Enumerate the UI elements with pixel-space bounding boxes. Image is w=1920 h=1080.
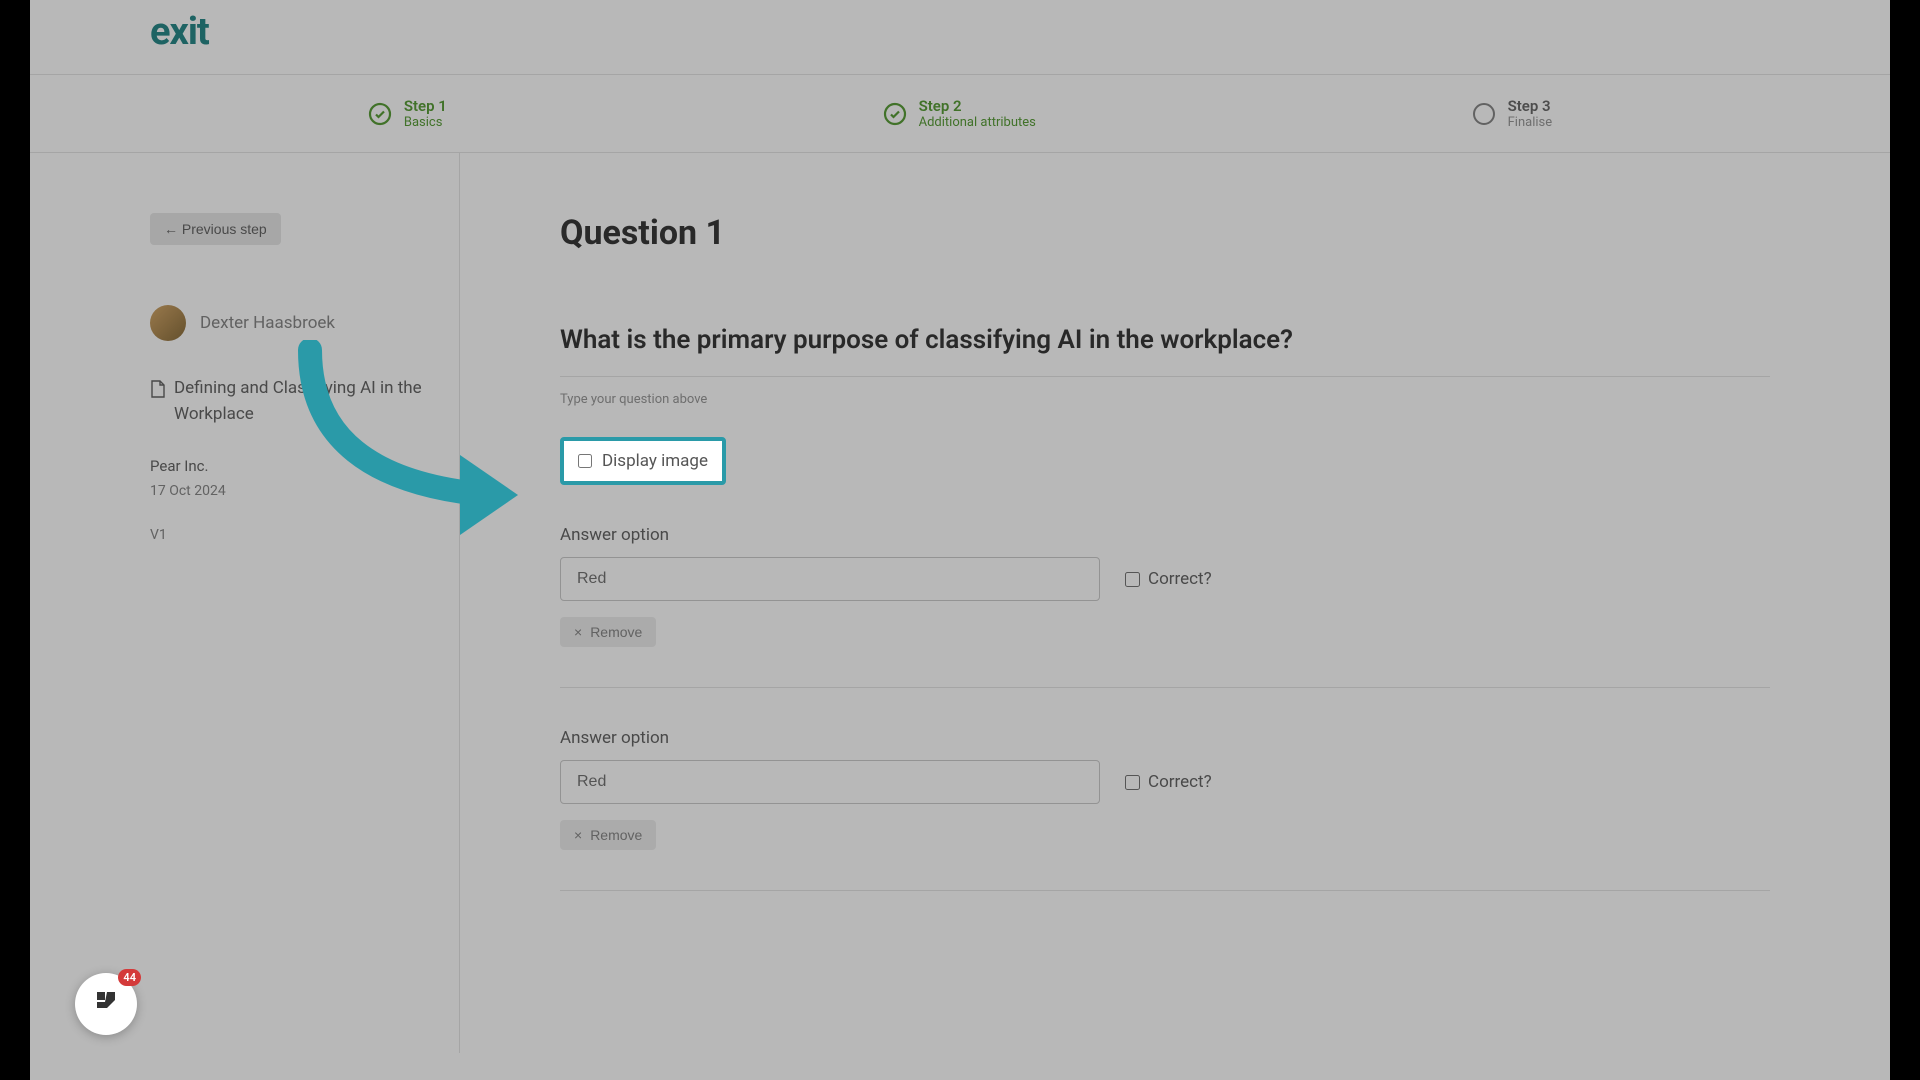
circle-icon (1472, 102, 1496, 126)
step-sub: Finalise (1508, 115, 1553, 130)
remove-button[interactable]: × Remove (560, 820, 656, 850)
doc-info: Defining and Classifying AI in the Workp… (150, 376, 459, 543)
widget-logo-icon (91, 986, 121, 1023)
doc-title-text: Defining and Classifying AI in the Workp… (174, 376, 459, 427)
step-title: Step 2 (919, 97, 1036, 115)
close-icon: × (574, 827, 582, 843)
widget-badge: 44 (118, 969, 141, 986)
close-icon: × (574, 624, 582, 640)
correct-checkbox[interactable] (1125, 775, 1140, 790)
check-circle-icon (368, 102, 392, 126)
header: exit (30, 0, 1890, 74)
question-text[interactable]: What is the primary purpose of classifyi… (560, 323, 1770, 377)
correct-label: Correct? (1148, 569, 1212, 589)
answer-block-1: Answer option Correct? × Remove (560, 525, 1770, 688)
content: ← Previous step Dexter Haasbroek Definin… (30, 153, 1890, 1053)
step-sub: Additional attributes (919, 115, 1036, 130)
remove-label: Remove (590, 624, 642, 640)
step-1[interactable]: Step 1 Basics (368, 97, 447, 130)
date: 17 Oct 2024 (150, 483, 459, 499)
avatar (150, 305, 186, 341)
answer-row: Correct? (560, 557, 1770, 601)
document-icon (150, 380, 166, 407)
black-bar-right (1890, 0, 1920, 1080)
author-name: Dexter Haasbroek (200, 313, 335, 333)
doc-title-row: Defining and Classifying AI in the Workp… (150, 376, 459, 427)
step-title: Step 1 (404, 97, 447, 115)
previous-step-button[interactable]: ← Previous step (150, 213, 281, 245)
check-circle-icon (883, 102, 907, 126)
logo: exit (150, 10, 1770, 54)
answer-input[interactable] (560, 760, 1100, 804)
step-title: Step 3 (1508, 97, 1553, 115)
question-hint: Type your question above (560, 392, 1770, 407)
sidebar: ← Previous step Dexter Haasbroek Definin… (150, 153, 460, 1053)
company: Pear Inc. (150, 457, 459, 475)
step-3[interactable]: Step 3 Finalise (1472, 97, 1553, 130)
answer-label: Answer option (560, 525, 1770, 545)
correct-checkbox[interactable] (1125, 572, 1140, 587)
correct-toggle[interactable]: Correct? (1125, 772, 1212, 792)
display-image-checkbox[interactable] (578, 454, 592, 468)
remove-label: Remove (590, 827, 642, 843)
answer-block-2: Answer option Correct? × Remove (560, 728, 1770, 891)
step-2[interactable]: Step 2 Additional attributes (883, 97, 1036, 130)
remove-button[interactable]: × Remove (560, 617, 656, 647)
author-row: Dexter Haasbroek (150, 305, 459, 341)
answer-row: Correct? (560, 760, 1770, 804)
question-heading: Question 1 (560, 213, 1770, 253)
correct-label: Correct? (1148, 772, 1212, 792)
step-sub: Basics (404, 115, 447, 130)
display-image-label: Display image (602, 451, 708, 471)
correct-toggle[interactable]: Correct? (1125, 569, 1212, 589)
version: V1 (150, 527, 459, 543)
main: Question 1 What is the primary purpose o… (460, 153, 1770, 1053)
black-bar-left (0, 0, 30, 1080)
stepper: Step 1 Basics Step 2 Additional attribut… (30, 74, 1890, 153)
help-widget[interactable]: 44 (75, 973, 137, 1035)
answer-input[interactable] (560, 557, 1100, 601)
display-image-toggle[interactable]: Display image (560, 437, 726, 485)
answer-label: Answer option (560, 728, 1770, 748)
page: exit Step 1 Basics Step 2 Additional att… (0, 0, 1920, 1080)
